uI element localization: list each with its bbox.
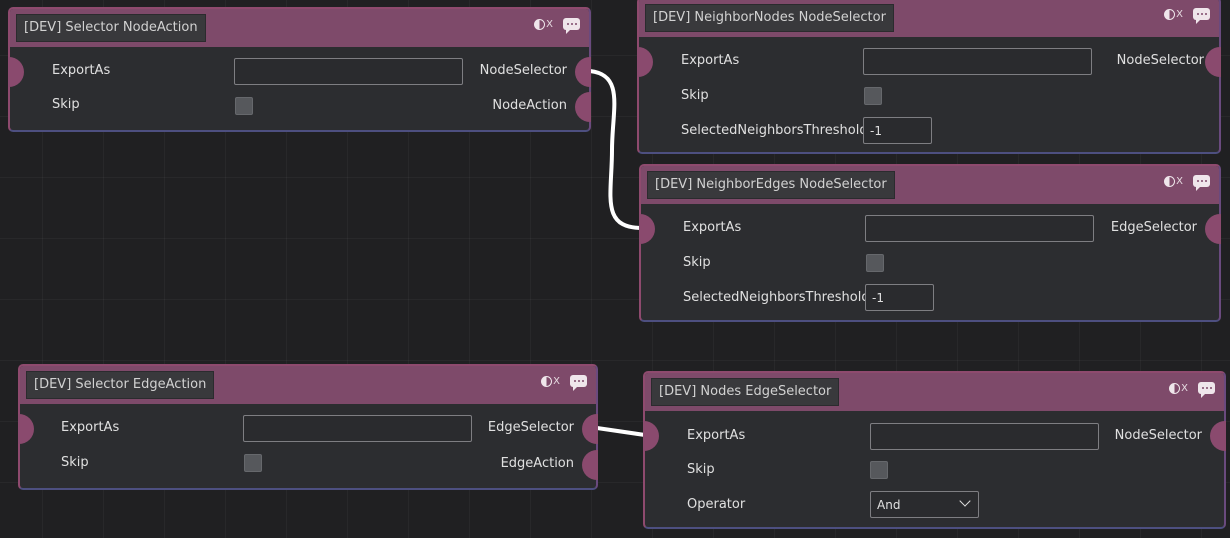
node-neighbornodes-nodeselector[interactable]: [DEV] NeighborNodes NodeSelector X Expor… <box>637 0 1221 154</box>
output-label-edgeselector: EdgeSelector <box>487 420 574 435</box>
comment-icon[interactable] <box>563 18 580 34</box>
output-label-edgeaction: EdgeAction <box>500 456 574 471</box>
skip-checkbox[interactable] <box>864 87 882 105</box>
skip-checkbox[interactable] <box>870 461 888 479</box>
toggle-enable-icon[interactable]: X <box>1169 382 1188 394</box>
output-port-edgeaction[interactable] <box>582 450 598 480</box>
node-selector-edgeaction[interactable]: [DEV] Selector EdgeAction X ExportAs Edg… <box>18 364 598 490</box>
comment-icon[interactable] <box>570 375 587 391</box>
node-header[interactable]: [DEV] Selector EdgeAction X <box>20 366 596 404</box>
chevron-down-icon <box>959 495 971 507</box>
output-port-nodeselector[interactable] <box>575 57 591 87</box>
node-title: [DEV] NeighborEdges NodeSelector <box>647 171 895 199</box>
operator-value: And <box>877 498 901 512</box>
exportas-label: ExportAs <box>681 53 740 68</box>
skip-label: Skip <box>61 455 89 470</box>
node-title: [DEV] NeighborNodes NodeSelector <box>645 4 894 32</box>
exportas-input[interactable] <box>870 423 1099 450</box>
exportas-label: ExportAs <box>683 220 742 235</box>
input-port[interactable] <box>8 57 24 87</box>
threshold-label: SelectedNeighborsThreshold <box>681 123 868 138</box>
node-header[interactable]: [DEV] NeighborNodes NodeSelector X <box>639 0 1219 37</box>
output-label-edgeselector: EdgeSelector <box>1110 220 1197 235</box>
output-label-nodeaction: NodeAction <box>492 98 567 113</box>
comment-icon[interactable] <box>1198 382 1215 398</box>
node-title: [DEV] Selector EdgeAction <box>26 371 215 399</box>
toggle-enable-icon[interactable]: X <box>1164 8 1183 20</box>
exportas-input[interactable] <box>863 48 1092 75</box>
output-port-edgeselector[interactable] <box>582 414 598 444</box>
output-port-nodeaction[interactable] <box>575 92 591 122</box>
wire-nodeselector-to-neighboredges[interactable] <box>588 69 644 230</box>
exportas-input[interactable] <box>865 215 1094 242</box>
toggle-enable-icon[interactable]: X <box>534 18 553 30</box>
input-port[interactable] <box>18 414 34 444</box>
node-header[interactable]: [DEV] Selector NodeAction X <box>10 9 589 47</box>
node-header[interactable]: [DEV] Nodes EdgeSelector X <box>645 373 1224 411</box>
toggle-enable-icon[interactable]: X <box>1164 175 1183 187</box>
skip-checkbox[interactable] <box>244 454 262 472</box>
toggle-enable-icon[interactable]: X <box>541 375 560 387</box>
threshold-input[interactable] <box>865 284 934 311</box>
output-port-edgeselector[interactable] <box>1205 214 1221 244</box>
output-label-nodeselector: NodeSelector <box>479 63 567 78</box>
skip-label: Skip <box>681 88 709 103</box>
output-label-nodeselector: NodeSelector <box>1114 428 1202 443</box>
threshold-label: SelectedNeighborsThreshold <box>683 290 870 305</box>
threshold-input[interactable] <box>863 117 932 144</box>
skip-label: Skip <box>683 255 711 270</box>
exportas-label: ExportAs <box>52 63 111 78</box>
wire-edgeselector-to-nodesedgeselector[interactable] <box>595 426 647 437</box>
output-port-nodeselector[interactable] <box>1205 47 1221 77</box>
input-port[interactable] <box>639 214 655 244</box>
skip-checkbox[interactable] <box>866 254 884 272</box>
output-label-nodeselector: NodeSelector <box>1116 53 1204 68</box>
exportas-input[interactable] <box>243 415 472 442</box>
input-port[interactable] <box>637 47 653 77</box>
operator-label: Operator <box>687 497 746 512</box>
node-title: [DEV] Nodes EdgeSelector <box>651 378 840 406</box>
skip-label: Skip <box>687 462 715 477</box>
comment-icon[interactable] <box>1193 8 1210 24</box>
node-title: [DEV] Selector NodeAction <box>16 14 206 42</box>
skip-checkbox[interactable] <box>235 97 253 115</box>
node-neighboredges-nodeselector[interactable]: [DEV] NeighborEdges NodeSelector X Expor… <box>639 164 1221 322</box>
input-port[interactable] <box>643 421 659 451</box>
node-selector-nodeaction[interactable]: [DEV] Selector NodeAction X ExportAs Nod… <box>8 7 591 132</box>
skip-label: Skip <box>52 97 80 112</box>
output-port-nodeselector[interactable] <box>1210 421 1226 451</box>
comment-icon[interactable] <box>1193 175 1210 191</box>
exportas-label: ExportAs <box>61 420 120 435</box>
exportas-label: ExportAs <box>687 428 746 443</box>
operator-dropdown[interactable]: And <box>870 491 979 518</box>
exportas-input[interactable] <box>234 58 463 85</box>
node-header[interactable]: [DEV] NeighborEdges NodeSelector X <box>641 166 1219 204</box>
node-nodes-edgeselector[interactable]: [DEV] Nodes EdgeSelector X ExportAs Node… <box>643 371 1226 529</box>
